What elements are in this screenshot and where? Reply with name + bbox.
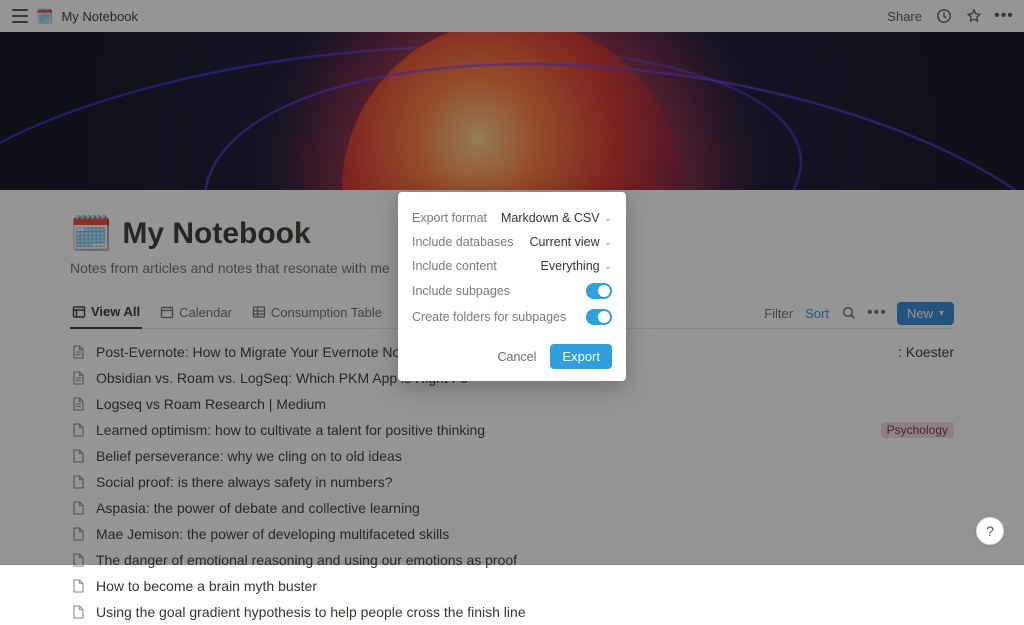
export-format-row: Export format Markdown & CSV ⌄ [412, 206, 612, 230]
include-databases-row: Include databases Current view ⌄ [412, 230, 612, 254]
page-icon [70, 604, 86, 620]
row-title: Using the goal gradient hypothesis to he… [96, 604, 526, 620]
select-value: Everything [541, 259, 600, 273]
dialog-label: Include subpages [412, 284, 510, 298]
table-row[interactable]: Using the goal gradient hypothesis to he… [70, 599, 954, 625]
table-row[interactable]: How to become a brain myth buster [70, 573, 954, 599]
help-button[interactable]: ? [976, 517, 1004, 545]
chevron-down-icon: ⌄ [604, 261, 612, 272]
create-folders-toggle[interactable] [586, 309, 612, 325]
dialog-label: Include content [412, 259, 497, 273]
cancel-button[interactable]: Cancel [498, 350, 537, 364]
dialog-label: Export format [412, 211, 487, 225]
include-subpages-row: Include subpages [412, 278, 612, 304]
export-dialog: Export format Markdown & CSV ⌄ Include d… [398, 192, 626, 381]
include-databases-select[interactable]: Current view ⌄ [529, 235, 612, 249]
include-content-select[interactable]: Everything ⌄ [541, 259, 612, 273]
dialog-label: Create folders for subpages [412, 310, 566, 324]
include-content-row: Include content Everything ⌄ [412, 254, 612, 278]
include-subpages-toggle[interactable] [586, 283, 612, 299]
chevron-down-icon: ⌄ [604, 237, 612, 248]
select-value: Markdown & CSV [501, 211, 600, 225]
dialog-label: Include databases [412, 235, 513, 249]
select-value: Current view [529, 235, 599, 249]
export-format-select[interactable]: Markdown & CSV ⌄ [501, 211, 612, 225]
chevron-down-icon: ⌄ [604, 213, 612, 224]
export-button[interactable]: Export [550, 344, 612, 369]
page-icon [70, 578, 86, 594]
row-title: How to become a brain myth buster [96, 578, 317, 594]
create-folders-row: Create folders for subpages [412, 304, 612, 330]
